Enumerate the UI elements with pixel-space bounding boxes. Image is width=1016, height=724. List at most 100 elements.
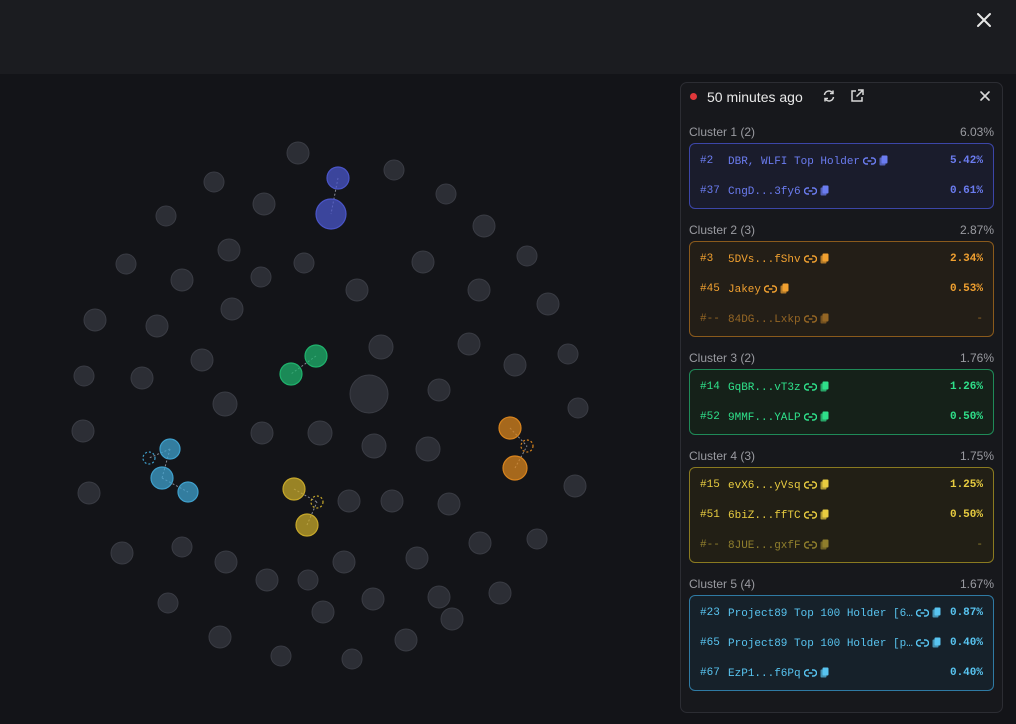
cluster-wallet-node[interactable] [498, 416, 522, 440]
copy-icon[interactable] [820, 313, 829, 324]
link-icon[interactable] [863, 156, 877, 166]
copy-icon[interactable] [780, 283, 789, 294]
wallet-node[interactable] [349, 374, 389, 414]
wallet-node[interactable] [217, 238, 241, 262]
link-icon[interactable] [915, 638, 929, 648]
cluster-wallet-node[interactable] [295, 513, 319, 537]
holder-row[interactable]: #45 Jakey 0.53% [690, 274, 993, 304]
wallet-node[interactable] [145, 314, 169, 338]
wallet-node[interactable] [83, 308, 107, 332]
wallet-node[interactable] [214, 550, 238, 574]
copy-icon[interactable] [932, 607, 941, 618]
cluster-wallet-node[interactable] [315, 198, 347, 230]
copy-icon[interactable] [820, 479, 829, 490]
link-icon[interactable] [915, 608, 929, 618]
wallet-node[interactable] [155, 205, 177, 227]
wallet-node[interactable] [297, 569, 319, 591]
wallet-node[interactable] [567, 397, 589, 419]
wallet-node[interactable] [361, 433, 387, 459]
wallet-node[interactable] [468, 531, 492, 555]
holder-row[interactable]: #2 DBR, WLFI Top Holder 5.42% [690, 146, 993, 176]
wallet-node[interactable] [415, 436, 441, 462]
wallet-node[interactable] [250, 266, 272, 288]
copy-icon[interactable] [879, 155, 888, 166]
wallet-node[interactable] [394, 628, 418, 652]
link-icon[interactable] [803, 540, 817, 550]
wallet-node[interactable] [516, 245, 538, 267]
link-icon[interactable] [764, 284, 778, 294]
wallet-node[interactable] [383, 159, 405, 181]
holder-row[interactable]: #37 CngD...3fy6 0.61% [690, 176, 993, 206]
wallet-node[interactable] [332, 550, 356, 574]
link-icon[interactable] [803, 254, 817, 264]
wallet-node[interactable] [440, 607, 464, 631]
wallet-node[interactable] [307, 420, 333, 446]
wallet-node[interactable] [115, 253, 137, 275]
wallet-node[interactable] [110, 541, 134, 565]
wallet-node[interactable] [190, 348, 214, 372]
holder-row[interactable]: #14 GqBR...vT3z 1.26% [690, 372, 993, 402]
copy-icon[interactable] [820, 381, 829, 392]
copy-icon[interactable] [820, 667, 829, 678]
wallet-node[interactable] [77, 481, 101, 505]
wallet-node[interactable] [526, 528, 548, 550]
wallet-node[interactable] [250, 421, 274, 445]
wallet-node[interactable] [171, 536, 193, 558]
wallet-node[interactable] [73, 365, 95, 387]
wallet-node[interactable] [557, 343, 579, 365]
cluster-wallet-node[interactable] [177, 481, 199, 503]
wallet-node[interactable] [220, 297, 244, 321]
holder-row[interactable]: #65 Project89 Top 100 Holder [p… 0.40% [690, 628, 993, 658]
refresh-icon[interactable] [821, 88, 837, 104]
cluster-wallet-node[interactable] [304, 344, 328, 368]
cluster-wallet-node[interactable] [326, 166, 350, 190]
wallet-node[interactable] [71, 419, 95, 443]
wallet-node[interactable] [405, 546, 429, 570]
wallet-node[interactable] [435, 183, 457, 205]
close-icon[interactable] [974, 10, 994, 30]
copy-icon[interactable] [820, 539, 829, 550]
wallet-node[interactable] [457, 332, 481, 356]
copy-icon[interactable] [820, 411, 829, 422]
link-icon[interactable] [803, 412, 817, 422]
wallet-node[interactable] [427, 378, 451, 402]
wallet-node[interactable] [361, 587, 385, 611]
wallet-node[interactable] [380, 489, 404, 513]
wallet-node[interactable] [255, 568, 279, 592]
holder-row[interactable]: #-- 8JUE...gxfF - [690, 530, 993, 560]
wallet-node[interactable] [488, 581, 512, 605]
wallet-node[interactable] [212, 391, 238, 417]
copy-icon[interactable] [820, 253, 829, 264]
link-icon[interactable] [803, 186, 817, 196]
wallet-node[interactable] [170, 268, 194, 292]
wallet-node[interactable] [311, 600, 335, 624]
wallet-node[interactable] [503, 353, 527, 377]
wallet-node[interactable] [286, 141, 310, 165]
wallet-node[interactable] [157, 592, 179, 614]
cluster-wallet-node[interactable] [150, 466, 174, 490]
copy-icon[interactable] [820, 185, 829, 196]
wallet-node[interactable] [345, 278, 369, 302]
wallet-node[interactable] [467, 278, 491, 302]
cluster-wallet-node[interactable] [282, 477, 306, 501]
external-link-icon[interactable] [849, 88, 865, 104]
holder-row[interactable]: #23 Project89 Top 100 Holder [6… 0.87% [690, 598, 993, 628]
wallet-node[interactable] [130, 366, 154, 390]
link-icon[interactable] [803, 480, 817, 490]
wallet-node[interactable] [293, 252, 315, 274]
panel-close-icon[interactable] [977, 88, 993, 104]
wallet-node[interactable] [563, 474, 587, 498]
wallet-node[interactable] [270, 645, 292, 667]
wallet-node[interactable] [368, 334, 394, 360]
cluster-wallet-node[interactable] [279, 362, 303, 386]
holder-row[interactable]: #52 9MMF...YALP 0.50% [690, 402, 993, 432]
copy-icon[interactable] [820, 509, 829, 520]
holder-row[interactable]: #51 6biZ...ffTC 0.50% [690, 500, 993, 530]
wallet-node[interactable] [252, 192, 276, 216]
wallet-node[interactable] [341, 648, 363, 670]
wallet-node[interactable] [427, 585, 451, 609]
copy-icon[interactable] [932, 637, 941, 648]
holder-row[interactable]: #67 EzP1...f6Pq 0.40% [690, 658, 993, 688]
link-icon[interactable] [803, 510, 817, 520]
link-icon[interactable] [803, 382, 817, 392]
